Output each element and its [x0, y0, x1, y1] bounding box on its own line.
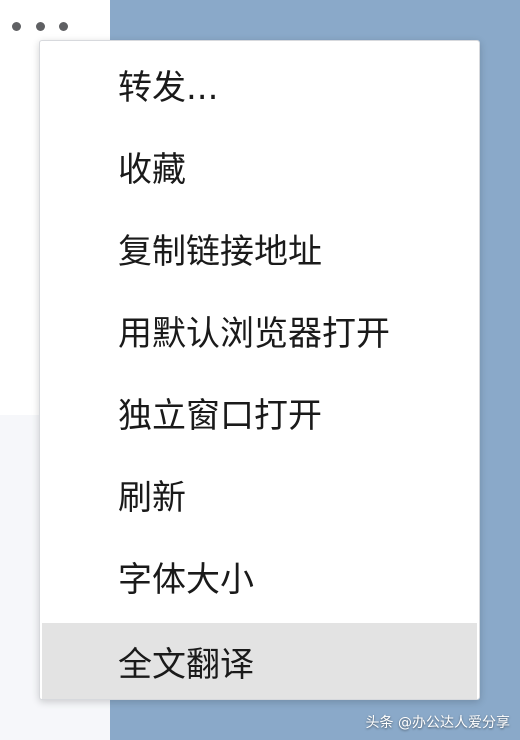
menu-item-font-size[interactable]: 字体大小 [42, 535, 477, 617]
menu-item-label: 复制链接地址 [118, 231, 322, 272]
menu-item-open-separate-window[interactable]: 独立窗口打开 [42, 371, 477, 453]
menu-item-copy-link[interactable]: 复制链接地址 [42, 207, 477, 289]
context-menu: 转发... 收藏 复制链接地址 用默认浏览器打开 独立窗口打开 刷新 字体大小 … [39, 40, 480, 700]
menu-item-open-default-browser[interactable]: 用默认浏览器打开 [42, 289, 477, 371]
menu-item-forward[interactable]: 转发... [42, 43, 477, 125]
menu-item-label: 用默认浏览器打开 [118, 313, 390, 354]
menu-item-label: 转发... [118, 67, 219, 108]
menu-item-label: 刷新 [118, 477, 186, 518]
more-horizontal-icon [59, 21, 68, 31]
more-horizontal-icon [35, 21, 45, 31]
menu-item-label: 独立窗口打开 [118, 395, 322, 436]
menu-item-favorite[interactable]: 收藏 [42, 125, 477, 207]
menu-item-refresh[interactable]: 刷新 [42, 453, 477, 535]
watermark: 头条 @办公达人爱分享 [365, 715, 510, 731]
more-options-button[interactable] [8, 14, 72, 38]
more-horizontal-icon [12, 21, 21, 31]
menu-item-label: 字体大小 [118, 559, 254, 600]
menu-item-label: 收藏 [118, 149, 186, 190]
menu-item-translate-full-text[interactable]: 全文翻译 [42, 623, 477, 699]
menu-item-label: 全文翻译 [118, 644, 254, 685]
